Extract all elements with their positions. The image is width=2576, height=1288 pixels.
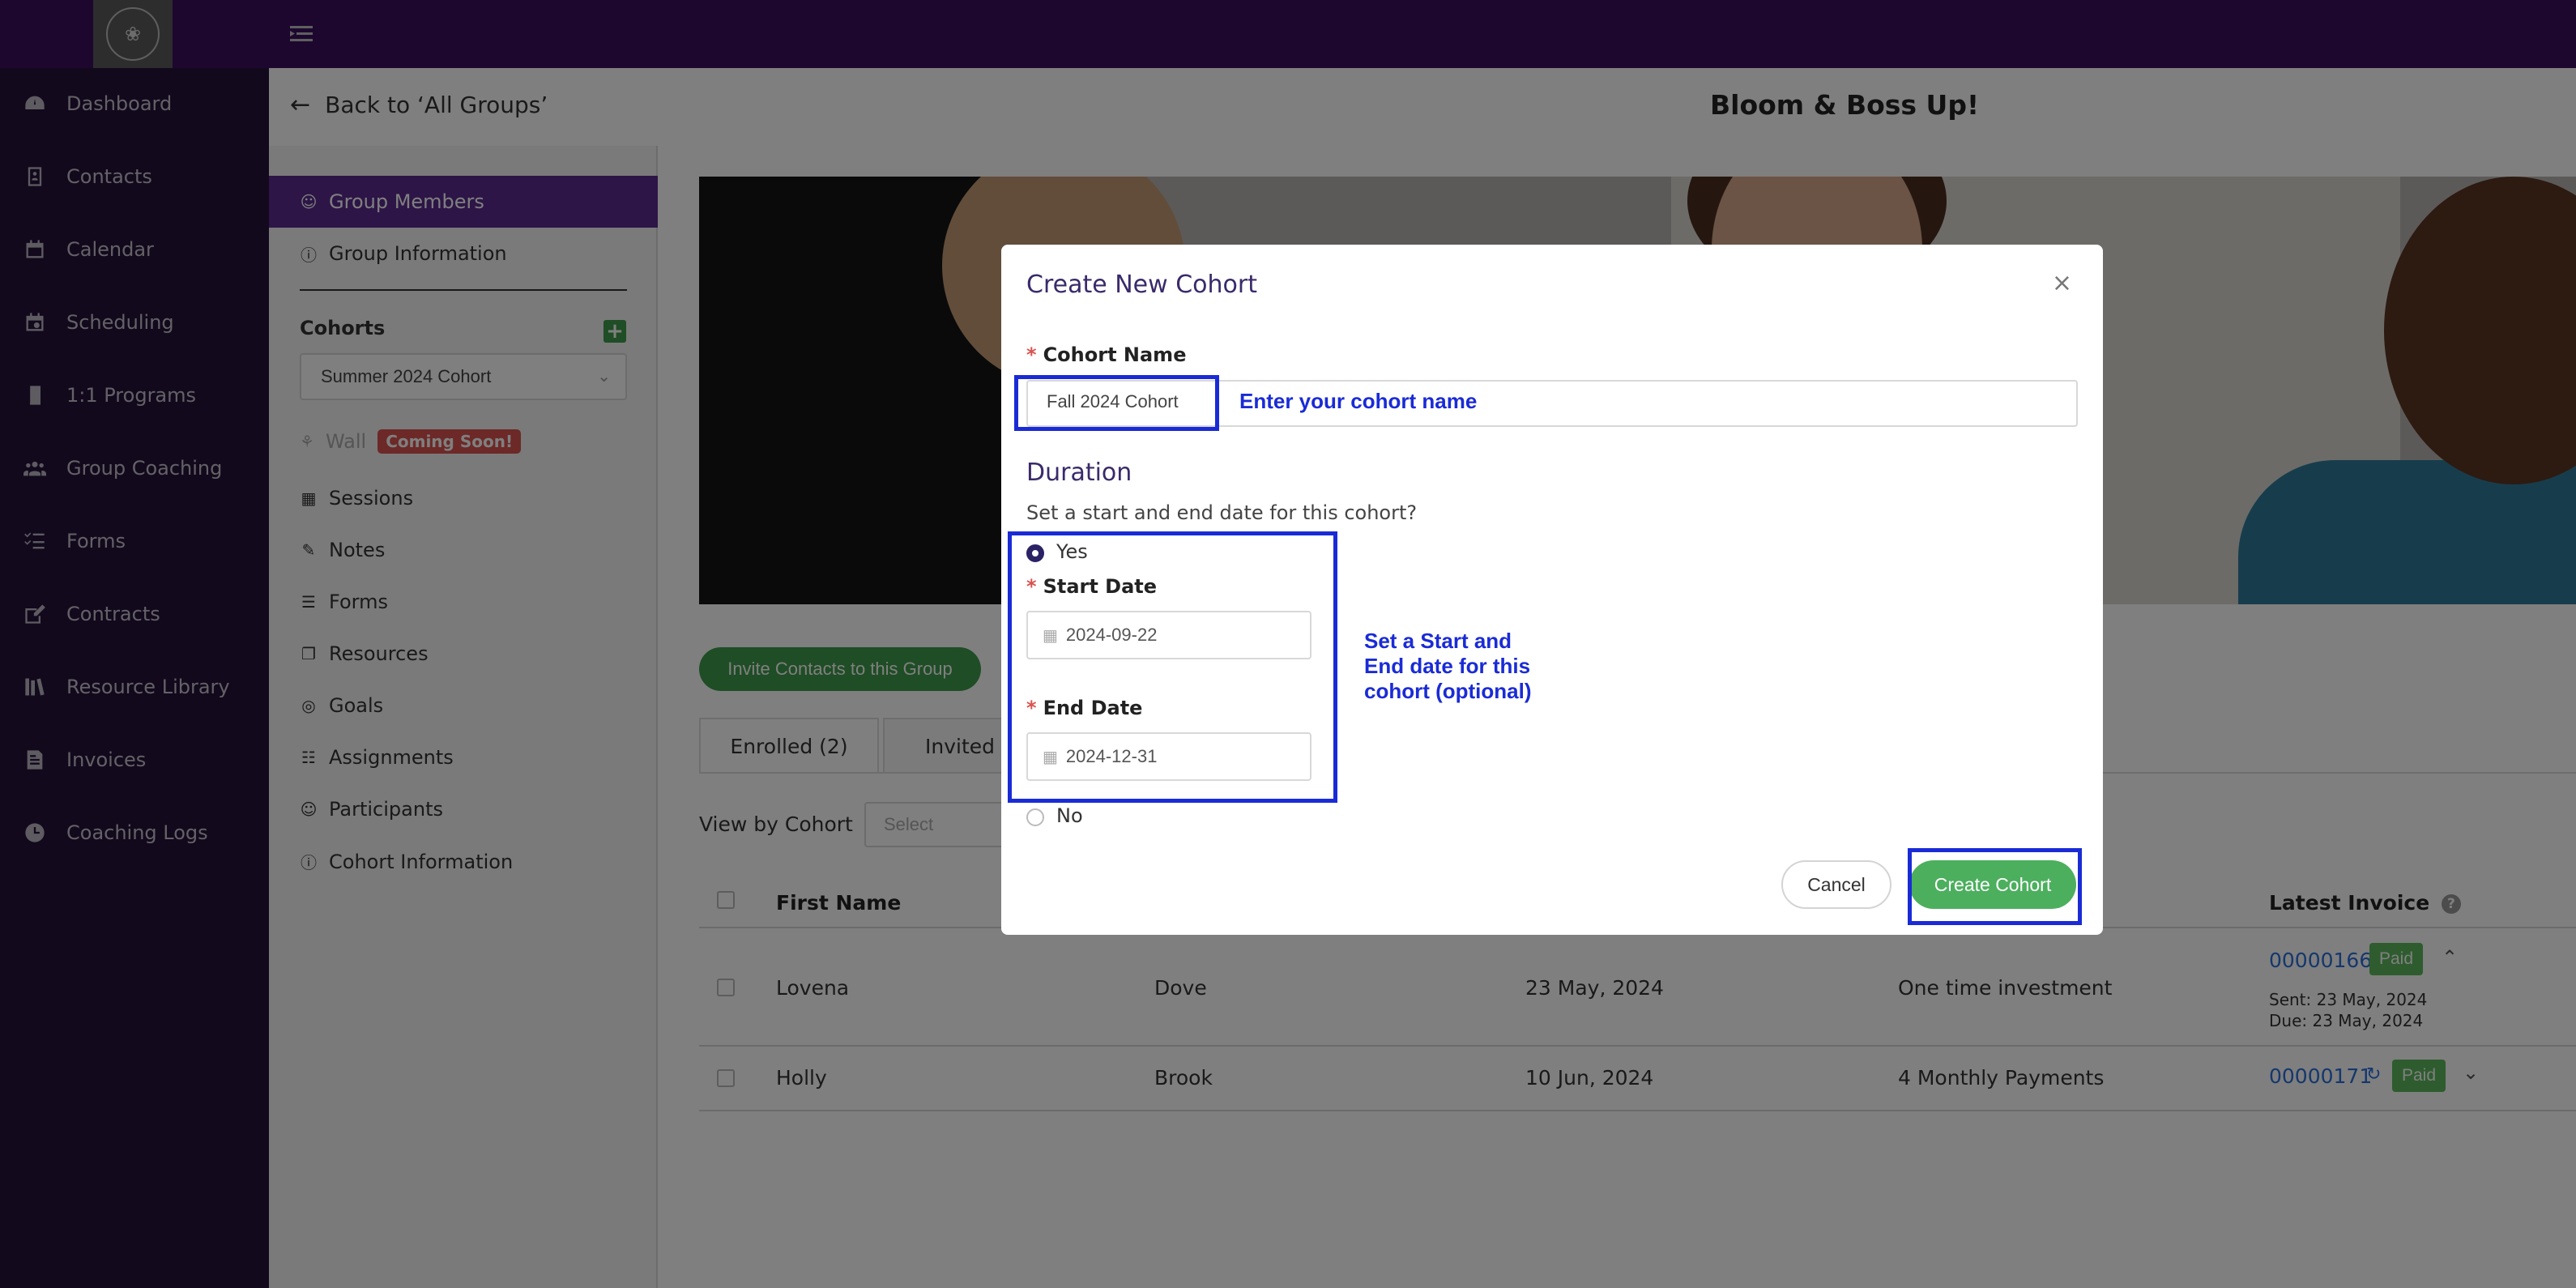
annotation-box-dates xyxy=(1008,531,1337,803)
cancel-button[interactable]: Cancel xyxy=(1781,860,1891,909)
duration-heading: Duration xyxy=(1026,458,1132,487)
annotation-line: cohort (optional) xyxy=(1364,679,1532,703)
no-label: No xyxy=(1056,804,1083,827)
annotation-name-hint: Enter your cohort name xyxy=(1239,389,1478,413)
annotation-box-create-button xyxy=(1908,848,2082,925)
label-text: Cohort Name xyxy=(1043,343,1187,366)
duration-question: Set a start and end date for this cohort… xyxy=(1026,501,1418,524)
duration-no-radio[interactable] xyxy=(1026,808,1044,826)
annotation-line: Set a Start and xyxy=(1364,629,1512,653)
cohort-name-label: * Cohort Name xyxy=(1026,343,1186,366)
close-icon[interactable]: × xyxy=(2052,269,2072,297)
modal-title: Create New Cohort xyxy=(1026,271,1257,299)
required-marker: * xyxy=(1026,343,1037,366)
annotation-line: End date for this xyxy=(1364,654,1531,678)
annotation-box-cohort-name xyxy=(1014,375,1219,431)
annotation-date-hint: Set a Start and End date for this cohort… xyxy=(1364,629,1532,704)
